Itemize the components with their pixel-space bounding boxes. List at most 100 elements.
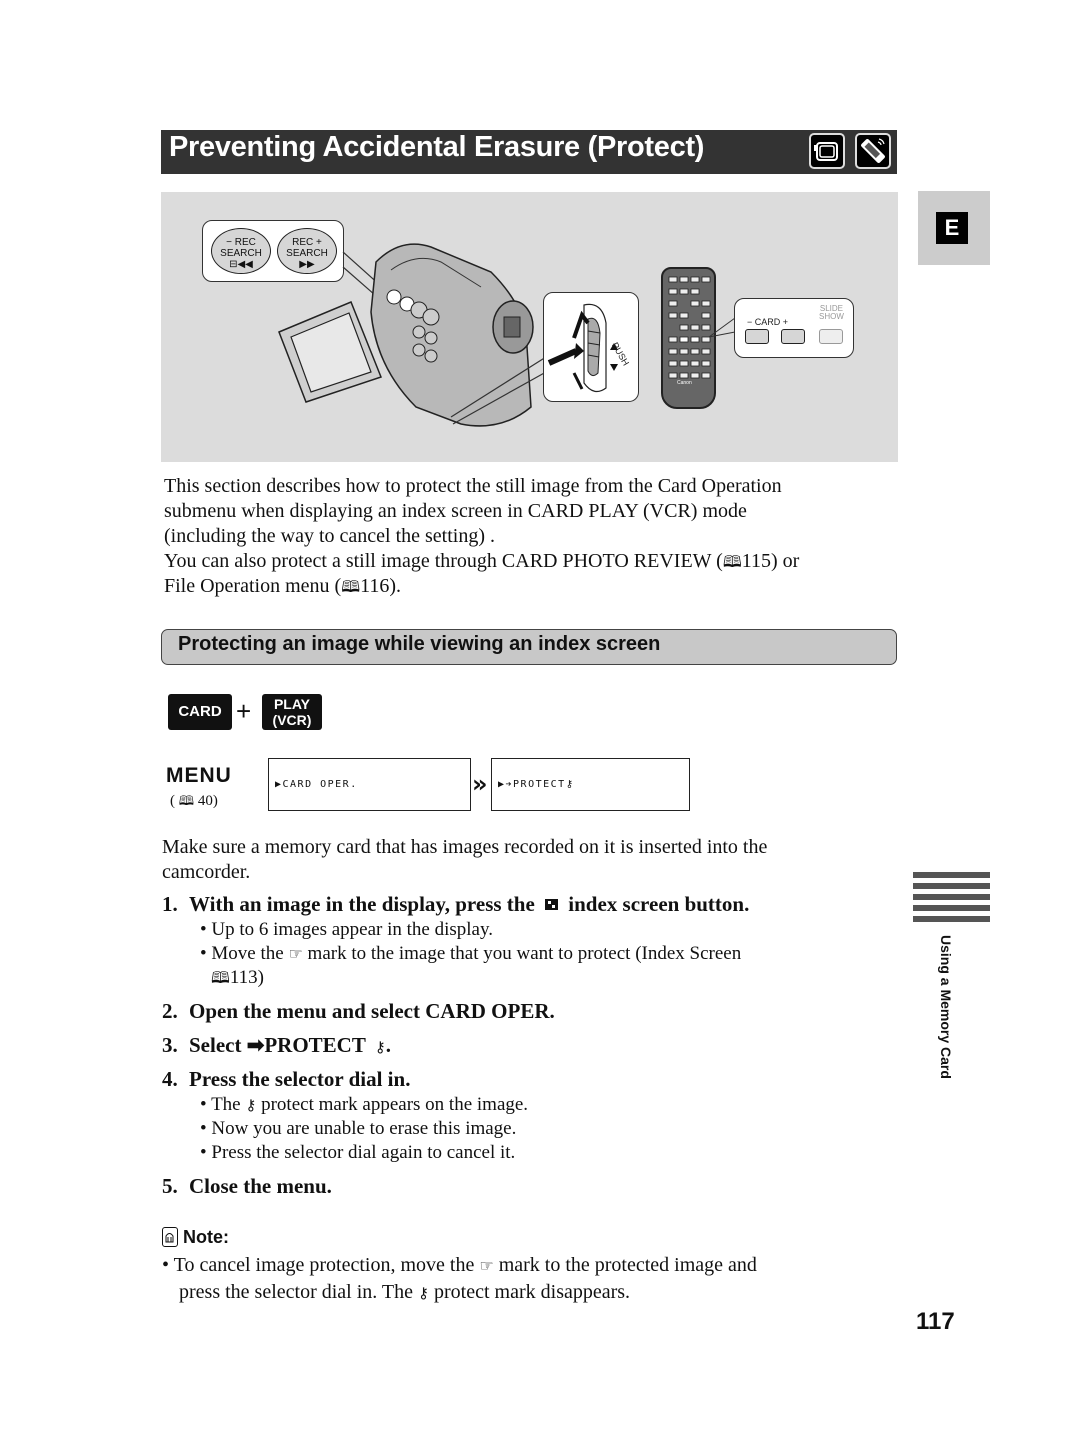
step-4-bullet: • Now you are unable to erase this image… [200,1118,517,1139]
screen-text: ▶CARD OPER. [275,779,358,790]
bullet-text: The [211,1094,241,1115]
key-icon: ⚷ [245,1096,257,1114]
step-text: index screen button. [568,892,750,916]
page-reference: 115 [741,550,771,572]
step-1-bullet: • Up to 6 images appear in the display. [200,919,493,940]
note-icon [162,1227,178,1247]
menu-page-ref: ( 🕮 40) [170,792,218,814]
protect-menu-item: ▶➔PROTECT [498,779,566,790]
step-4: 4. Press the selector dial in. [162,1067,410,1092]
step-number: 1. [162,892,178,916]
bullet-text: Move the [211,943,284,964]
side-bar [913,883,990,889]
bullet-text: mark to the image that you want to prote… [307,943,742,964]
book-icon: 🕮 [341,577,361,596]
side-bar [913,872,990,878]
step-4-bullet: • Press the selector dial again to cance… [200,1142,516,1163]
language-indicator: E [936,212,968,244]
slide-show-label: SLIDE SHOW [819,305,844,321]
bullet-text: Up to 6 images appear in the display. [211,919,493,940]
intro-line: submenu when displaying an index screen … [164,500,747,522]
step-3: 3. Select ➡PROTECT ⚷. [162,1033,391,1058]
menu-label: MENU [166,764,232,787]
note-heading: Note: [162,1227,229,1248]
book-icon: 🕮 [722,552,742,571]
slide-show-button [819,329,843,344]
intro-line: File Operation menu (🕮116). [164,574,894,599]
pointing-hand-icon: ☞ [479,1256,494,1275]
text: ( [170,793,175,809]
text: press the selector dial in. The [179,1281,414,1303]
page-title: Preventing Accidental Erasure (Protect) [169,131,705,163]
menu-screen-protect: ▶➔PROTECT⚷ [491,758,690,811]
card-buttons-callout: − CARD + SLIDE SHOW [734,298,854,358]
play-vcr-mode-badge: PLAY (VCR) [262,694,322,730]
step-4-bullet: • The ⚷ protect mark appears on the imag… [200,1094,529,1115]
note-body: • To cancel image protection, move the ☞… [162,1252,757,1306]
plus-sign: + [236,696,252,726]
bullet-text: Now you are unable to erase this image. [211,1118,517,1139]
step-text: . [385,1033,391,1057]
index-screen-icon [545,899,559,910]
text: To cancel image protection, move the [173,1254,475,1276]
pointing-hand-icon: ☞ [288,944,303,963]
section-heading: Protecting an image while viewing an ind… [161,629,897,665]
step-text: Press the selector dial in. [189,1067,411,1091]
title-bar: Preventing Accidental Erasure (Protect) [161,130,897,174]
intro-line: (including the way to cancel the setting… [164,525,496,547]
step-1-bullet: • Move the ☞ mark to the image that you … [200,943,742,964]
camcorder-icon [809,133,845,169]
page-number: 117 [916,1308,955,1335]
intro-paragraph: This section describes how to protect th… [164,474,894,599]
show-label: SHOW [819,312,844,321]
step-number: 3. [162,1033,178,1057]
text-line: camcorder. [162,861,251,883]
page-reference: 40) [197,793,218,809]
side-tab-bars [913,872,990,927]
book-icon: 🕮 [211,968,230,987]
step-text: Select [189,1033,247,1057]
card-label: − CARD + [747,317,789,327]
screen-text: ▶➔PROTECT⚷ [498,779,575,790]
remote-control-icon [855,133,891,169]
page-reference: 113) [229,967,264,988]
key-icon: ⚷ [418,1284,430,1302]
text: protect mark disappears. [434,1281,631,1303]
menu-screen-card-oper: ▶CARD OPER. [268,758,471,811]
card-minus-button [745,329,769,344]
chapter-label: Using a Memory Card [938,935,954,1079]
card-mode-badge: CARD [168,694,232,730]
section-title: Protecting an image while viewing an ind… [178,633,661,655]
step-number: 2. [162,999,178,1023]
step-number: 5. [162,1174,178,1198]
bullet-text: Press the selector dial again to cancel … [211,1142,516,1163]
badge-line: PLAY [273,696,311,712]
side-bar [913,905,990,911]
side-bar [913,894,990,900]
protect-menu-item: ➡PROTECT [246,1033,366,1057]
camcorder-illustration: − REC SEARCH ⊟◀◀ REC + SEARCH ▶▶ PUSH Ca… [161,192,898,462]
step-1-reference: 🕮113) [211,966,264,990]
key-icon: ⚷ [374,1038,386,1056]
bullet-text: protect mark appears on the image. [261,1094,529,1115]
book-icon: 🕮 [178,794,195,809]
text-line: Make sure a memory card that has images … [162,836,768,858]
text: File Operation menu ( [164,575,342,597]
step-text: Open the menu and select CARD OPER. [189,999,555,1023]
text: You can also protect a still image throu… [164,550,723,572]
text: mark to the protected image and [498,1254,757,1276]
language-tab: E [918,191,990,265]
step-text: Close the menu. [189,1174,332,1198]
intro-line: This section describes how to protect th… [164,475,782,497]
intro-line: You can also protect a still image throu… [164,549,894,574]
card-plus-button [781,329,805,344]
step-1: 1. With an image in the display, press t… [162,892,749,917]
note-line: • To cancel image protection, move the ☞… [162,1254,757,1276]
next-arrow-icon: » [472,770,488,798]
step-2: 2. Open the menu and select CARD OPER. [162,999,555,1024]
side-bar [913,916,990,922]
step-number: 4. [162,1067,178,1091]
text: ) or [770,550,800,572]
step-5: 5. Close the menu. [162,1174,332,1199]
badge-line: (VCR) [272,712,312,728]
